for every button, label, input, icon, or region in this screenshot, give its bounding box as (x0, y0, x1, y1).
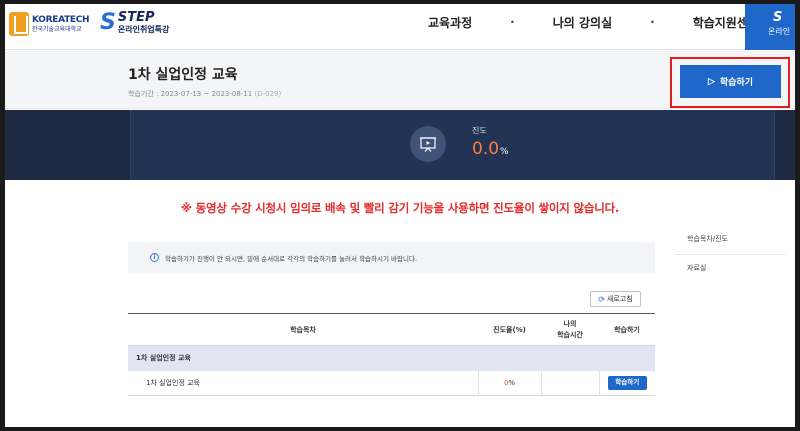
column-header-title: 학습목차 (128, 313, 478, 346)
nav-my-classroom[interactable]: 나의 강의실 (553, 14, 612, 31)
main-nav: 교육과정 · 나의 강의실 · 학습지원센터 (428, 4, 759, 40)
lesson-study-button[interactable]: 학습하기 (607, 375, 647, 390)
nav-courses[interactable]: 교육과정 (428, 14, 472, 31)
top-header: KOREATECH 한국기술교육대학교 S STEP 온라인취업특강 교육과정 … (5, 4, 795, 50)
side-menu: 학습목차/진도 자료실 (675, 226, 785, 283)
nav-separator: · (510, 15, 515, 29)
lesson-title: 1차 실업인정 교육 (128, 370, 478, 396)
column-header-time: 나의 학습시간 (541, 313, 599, 346)
table-row: 1차 실업인정 교육 0% 학습하기 (128, 370, 655, 396)
table-header-row: 학습목차 진도율(%) 나의 학습시간 학습하기 (128, 313, 655, 346)
progress-label: 진도 (472, 126, 487, 135)
step-logo-text: STEP (117, 10, 155, 25)
side-item-resources[interactable]: 자료실 (675, 255, 785, 283)
progress-number: 0.0 (472, 139, 500, 159)
column-header-action: 학습하기 (599, 313, 655, 346)
koreatech-logo-text: KOREATECH (32, 14, 90, 25)
browser-viewport: KOREATECH 한국기술교육대학교 S STEP 온라인취업특강 교육과정 … (5, 4, 795, 427)
step-logo-subtext: 온라인취업특강 (117, 25, 170, 34)
step-icon: S (773, 10, 783, 25)
koreatech-logo-subtext: 한국기술교육대학교 (32, 25, 82, 33)
progress-panel: 진도 0.0% (130, 110, 775, 180)
refresh-icon: ⟳ (598, 294, 605, 304)
toc-table: 학습목차 진도율(%) 나의 학습시간 학습하기 1차 실업인정 교육 1차 실… (128, 313, 655, 396)
progress-band: 진도 0.0% (5, 110, 795, 180)
lesson-rate: 0% (477, 370, 542, 396)
study-button[interactable]: ▷ 학습하기 (680, 65, 781, 98)
progress-unit: % (500, 147, 509, 157)
koreatech-emblem-icon (9, 12, 29, 36)
study-button-highlight: ▷ 학습하기 (670, 57, 790, 108)
step-emblem-icon: S (100, 9, 116, 35)
lesson-action-cell: 학습하기 (599, 370, 655, 396)
study-button-label: 학습하기 (719, 77, 754, 87)
group-title: 1차 실업인정 교육 (128, 345, 655, 371)
refresh-label: 새로고침 (606, 296, 633, 303)
side-item-toc-progress[interactable]: 학습목차/진도 (675, 226, 785, 255)
course-period-dates: 학습기간 : 2023-07-13 ~ 2023-08-11 (128, 90, 253, 98)
step-logo[interactable]: S STEP 온라인취업특강 (100, 11, 169, 34)
info-text: 학습하기가 진행이 안 되시면, 밑에 순서대로 각각의 학습하기를 눌러서 학… (165, 254, 418, 263)
koreatech-logo[interactable]: KOREATECH 한국기술교육대학교 (9, 12, 90, 36)
info-notice: i 학습하기가 진행이 안 되시면, 밑에 순서대로 각각의 학습하기를 눌러서… (128, 242, 655, 273)
column-header-rate: 진도율(%) (478, 313, 541, 346)
presentation-icon (410, 126, 446, 162)
lesson-time (541, 370, 600, 396)
table-group-row: 1차 실업인정 교육 (128, 345, 655, 371)
warning-notice: ※ 동영상 수강 시청시 임의로 배속 및 빨리 감기 기능을 사용하면 진도율… (180, 201, 620, 215)
play-icon: ▷ (707, 76, 715, 86)
course-dday: (D-029) (254, 90, 282, 98)
course-title: 1차 실업인정 교육 (128, 67, 238, 83)
step-online-link[interactable]: S 온라인 (745, 4, 795, 50)
progress-value: 0.0% (472, 139, 509, 159)
info-icon: i (150, 253, 159, 262)
nav-separator: · (650, 15, 655, 29)
step-online-label: 온라인 (768, 27, 791, 36)
refresh-button[interactable]: ⟳ 새로고침 (590, 291, 641, 307)
course-header: 1차 실업인정 교육 학습기간 : 2023-07-13 ~ 2023-08-1… (5, 51, 795, 109)
course-period: 학습기간 : 2023-07-13 ~ 2023-08-11 (D-029) (128, 89, 281, 99)
